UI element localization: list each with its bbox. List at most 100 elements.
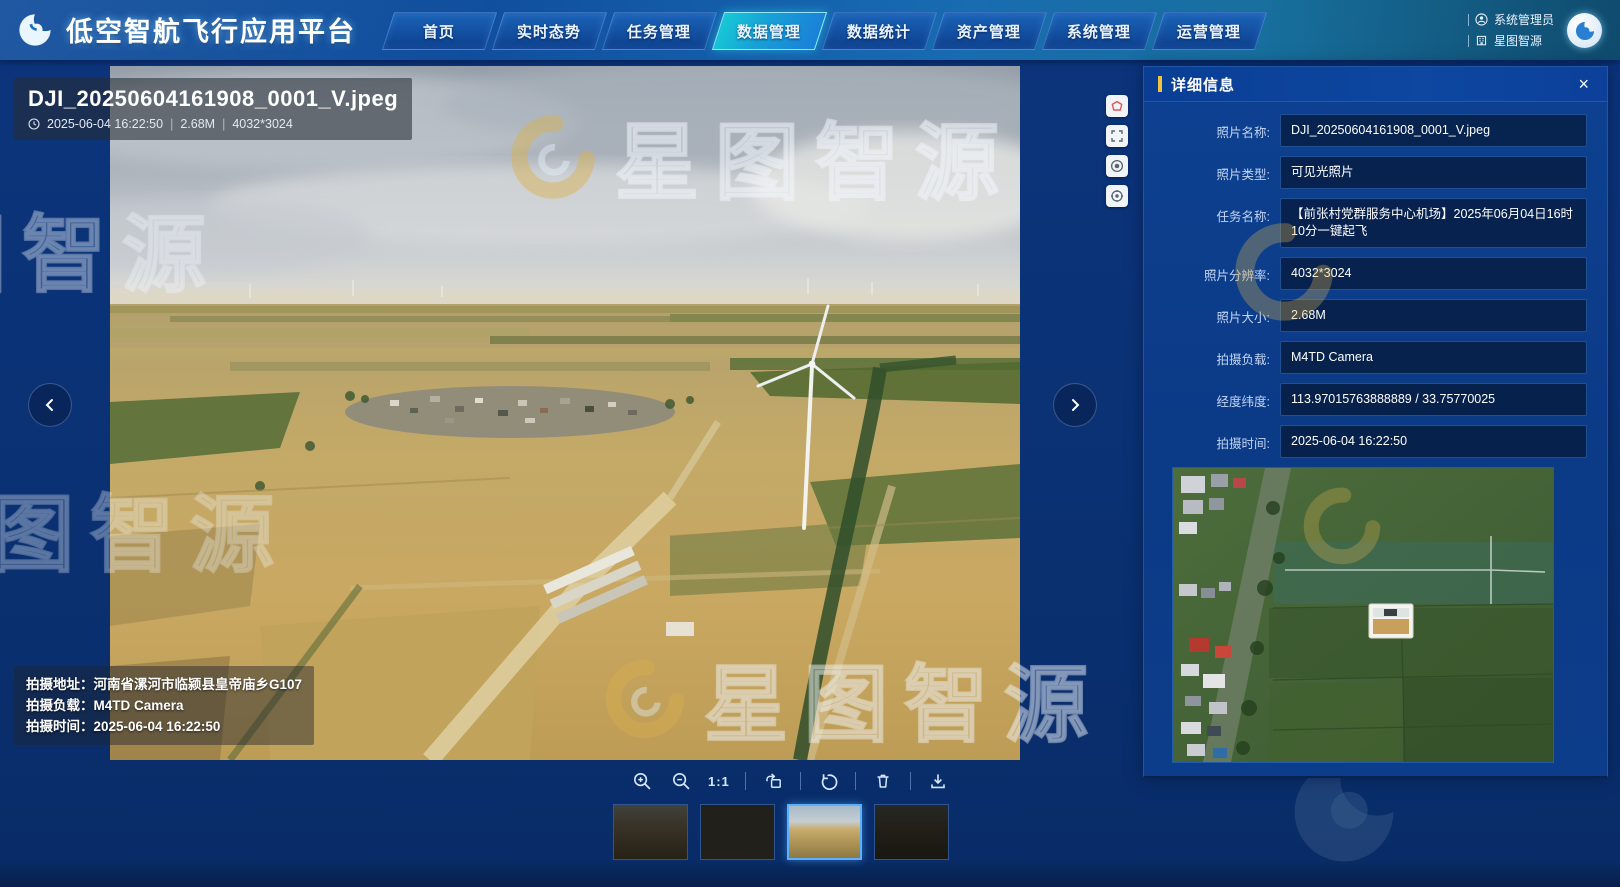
photo-meta-resolution: 4032*3024 <box>232 117 292 131</box>
field-value: 2.68M <box>1280 299 1587 332</box>
aerial-photo <box>110 66 1020 760</box>
reset-icon <box>818 771 838 791</box>
photo-meta-size: 2.68M <box>180 117 215 131</box>
polygon-icon <box>1110 99 1124 113</box>
clock-icon <box>28 118 40 130</box>
rotate-left-icon <box>763 771 783 791</box>
thumbnail-image <box>875 805 948 859</box>
download-photo-button[interactable] <box>926 769 950 793</box>
close-panel-button[interactable]: × <box>1574 73 1593 95</box>
trash-icon <box>873 771 893 791</box>
toolbar-divider <box>910 772 911 790</box>
viewer-toolbar: 1:1 <box>630 763 950 799</box>
rotate-left-button[interactable] <box>761 769 785 793</box>
app-title: 低空智航飞行应用平台 <box>66 10 356 49</box>
toolbar-divider <box>745 772 746 790</box>
delete-photo-button[interactable] <box>871 769 895 793</box>
zoom-in-icon <box>632 771 652 791</box>
eye-icon <box>1110 159 1124 173</box>
logo-circle-button[interactable] <box>1567 13 1602 48</box>
details-fields: 照片名称: DJI_20250604161908_0001_V.jpeg 照片类… <box>1144 102 1607 458</box>
user-area: 系统管理员 星图智源 <box>1468 9 1554 51</box>
zoom-out-button[interactable] <box>669 769 693 793</box>
field-value: 4032*3024 <box>1280 257 1587 290</box>
download-icon <box>928 771 948 791</box>
field-value: DJI_20250604161908_0001_V.jpeg <box>1280 114 1587 147</box>
field-photo-type: 照片类型: 可见光照片 <box>1158 156 1587 189</box>
details-panel-header: 详细信息 × <box>1144 67 1607 102</box>
toolbar-divider <box>800 772 801 790</box>
field-coordinates: 经度纬度: 113.97015763888889 / 33.75770025 <box>1158 383 1587 416</box>
chevron-right-icon <box>1067 397 1083 413</box>
photo-filename: DJI_20250604161908_0001_V.jpeg <box>28 86 398 112</box>
tab-tasks[interactable]: 任务管理 <box>602 12 717 50</box>
details-panel: 详细信息 × 照片名称: DJI_20250604161908_0001_V.j… <box>1143 66 1608 778</box>
brand: 低空智航飞行应用平台 <box>16 10 356 49</box>
next-photo-button[interactable] <box>1053 383 1097 427</box>
fullscreen-icon <box>1110 129 1124 143</box>
user-name: 系统管理员 <box>1494 11 1554 28</box>
swirl-icon <box>1574 20 1596 42</box>
shoot-address: 河南省漯河市临颍县皇帝庙乡G107 <box>94 677 303 692</box>
zoom-in-button[interactable] <box>630 769 654 793</box>
toolbar-divider <box>855 772 856 790</box>
thumbnail-3-selected[interactable] <box>787 804 862 860</box>
thumbnail-image <box>789 806 860 858</box>
field-payload: 拍摄负载: M4TD Camera <box>1158 341 1587 374</box>
thumbnail-2[interactable] <box>700 804 775 860</box>
thumbnail-4[interactable] <box>874 804 949 860</box>
tab-home[interactable]: 首页 <box>382 12 497 50</box>
prev-photo-button[interactable] <box>28 383 72 427</box>
field-resolution: 照片分辨率: 4032*3024 <box>1158 257 1587 290</box>
tenant-org[interactable]: 星图智源 <box>1468 30 1554 51</box>
shoot-payload: M4TD Camera <box>94 698 184 713</box>
divider <box>1468 14 1469 26</box>
annotate-region-button[interactable] <box>1106 95 1128 117</box>
tab-data-statistics[interactable]: 数据统计 <box>822 12 937 50</box>
viewer-side-tools <box>1106 95 1128 207</box>
thumbnail-image <box>614 805 687 859</box>
tab-operations[interactable]: 运营管理 <box>1152 12 1267 50</box>
zoom-out-icon <box>671 771 691 791</box>
top-navbar: 低空智航飞行应用平台 首页 实时态势 任务管理 数据管理 数据统计 资产管理 系… <box>0 0 1620 60</box>
satellite-map <box>1173 468 1553 762</box>
photo-title-overlay: DJI_20250604161908_0001_V.jpeg 2025-06-0… <box>14 78 412 140</box>
thumbnail-image <box>701 805 774 859</box>
fullscreen-button[interactable] <box>1106 125 1128 147</box>
thumbnail-strip <box>613 804 949 860</box>
user-account[interactable]: 系统管理员 <box>1468 9 1554 30</box>
field-size: 照片大小: 2.68M <box>1158 299 1587 332</box>
field-value: 113.97015763888889 / 33.75770025 <box>1280 383 1587 416</box>
tab-system[interactable]: 系统管理 <box>1042 12 1157 50</box>
target-icon <box>1110 189 1124 203</box>
org-icon <box>1475 34 1488 47</box>
field-value: 2025-06-04 16:22:50 <box>1280 425 1587 458</box>
tab-realtime[interactable]: 实时态势 <box>492 12 607 50</box>
field-task-name: 任务名称: 【前张村党群服务中心机场】2025年06月04日16时10分一键起飞 <box>1158 198 1587 248</box>
user-icon <box>1475 13 1488 26</box>
tab-assets[interactable]: 资产管理 <box>932 12 1047 50</box>
zoom-ratio-button[interactable]: 1:1 <box>708 774 730 789</box>
field-capture-time: 拍摄时间: 2025-06-04 16:22:50 <box>1158 425 1587 458</box>
field-value: 可见光照片 <box>1280 156 1587 189</box>
field-photo-name: 照片名称: DJI_20250604161908_0001_V.jpeg <box>1158 114 1587 147</box>
photo-address-overlay: 拍摄地址：河南省漯河市临颍县皇帝庙乡G107 拍摄负载：M4TD Camera … <box>14 666 314 745</box>
locate-on-map-button[interactable] <box>1106 185 1128 207</box>
field-value: 【前张村党群服务中心机场】2025年06月04日16时10分一键起飞 <box>1280 198 1587 248</box>
divider <box>1468 35 1469 47</box>
accent-bar <box>1158 76 1162 92</box>
details-panel-title: 详细信息 <box>1171 74 1574 95</box>
reset-view-button[interactable] <box>816 769 840 793</box>
org-name: 星图智源 <box>1494 32 1542 49</box>
app-window: 低空智航飞行应用平台 首页 实时态势 任务管理 数据管理 数据统计 资产管理 系… <box>0 0 1620 887</box>
thumbnail-1[interactable] <box>613 804 688 860</box>
shoot-time: 2025-06-04 16:22:50 <box>94 719 221 734</box>
photo-canvas[interactable] <box>110 66 1020 760</box>
tab-data-management[interactable]: 数据管理 <box>712 12 827 50</box>
nav-tabs: 首页 实时态势 任务管理 数据管理 数据统计 资产管理 系统管理 运营管理 <box>388 12 1261 50</box>
chevron-left-icon <box>42 397 58 413</box>
app-logo-icon <box>16 11 54 49</box>
photo-marker <box>1369 604 1413 638</box>
location-minimap[interactable] <box>1172 467 1554 763</box>
visible-light-toggle-button[interactable] <box>1106 155 1128 177</box>
